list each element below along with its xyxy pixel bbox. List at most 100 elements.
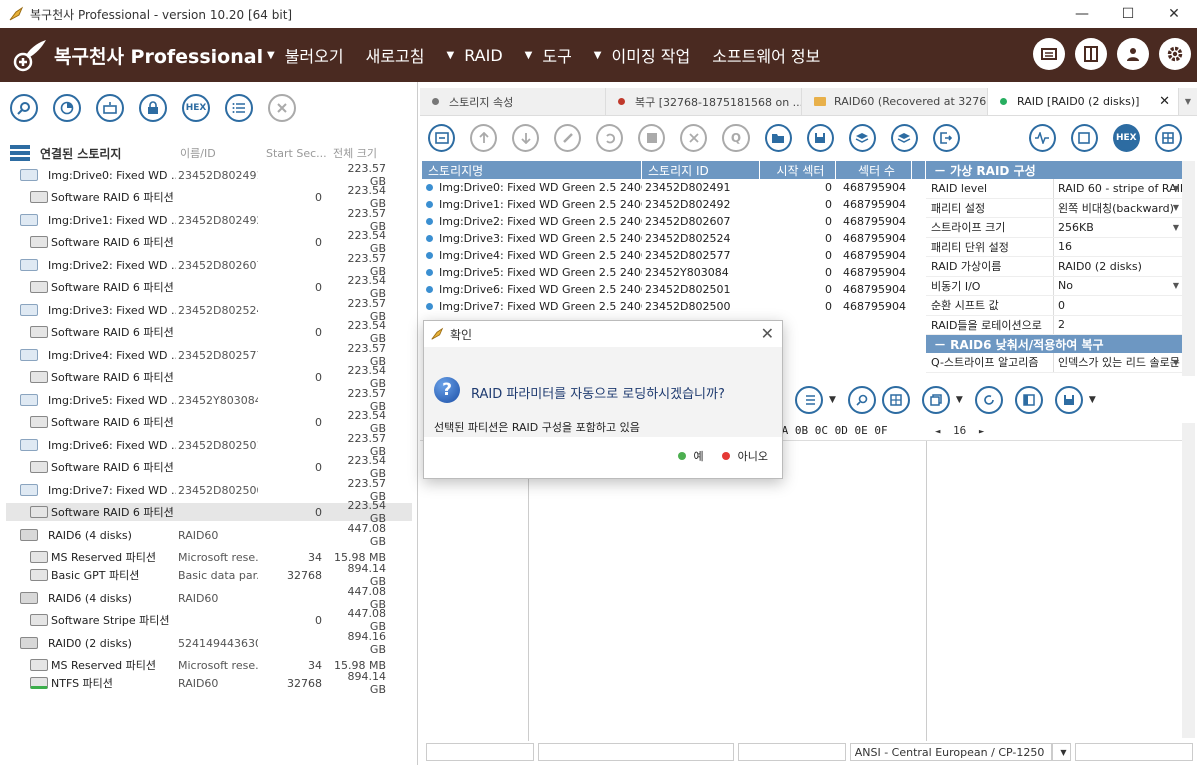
property-value[interactable]: 왼쪽 비대칭(backward) ▼: [1054, 199, 1182, 218]
map-view-icon[interactable]: [1070, 124, 1098, 152]
property-dropdown-icon[interactable]: ▼: [1173, 203, 1179, 212]
list-icon[interactable]: [225, 94, 253, 122]
menu-item-1[interactable]: 새로고침: [366, 43, 425, 67]
hex-list-dropdown-icon[interactable]: ▼: [829, 395, 836, 405]
maximize-button[interactable]: ☐: [1105, 0, 1151, 28]
table-row[interactable]: Img:Drive5: Fixed WD Green 2.5 240GB...2…: [422, 264, 925, 281]
property-dropdown-icon[interactable]: ▼: [1173, 358, 1179, 367]
property-row[interactable]: RAID들을 로테이션으로 2: [926, 315, 1182, 335]
property-dropdown-icon[interactable]: ▼: [1173, 281, 1179, 290]
tab-2[interactable]: RAID60 (Recovered at 3276...: [802, 88, 988, 115]
table-row[interactable]: Img:Drive3: Fixed WD Green 2.5 240GB...2…: [422, 230, 925, 247]
menu-item-5[interactable]: 소프트웨어 정보: [712, 43, 820, 67]
property-value[interactable]: RAID0 (2 disks): [1054, 257, 1182, 276]
license-icon[interactable]: [1033, 38, 1065, 70]
hex-view-button[interactable]: HEX: [182, 94, 210, 122]
table-row[interactable]: Img:Drive6: Fixed WD Green 2.5 240GB...2…: [422, 281, 925, 298]
panel-layout-icon[interactable]: [1154, 124, 1182, 152]
tree-row[interactable]: RAID0 (2 disks) 524149443630... 894.16 GB: [6, 630, 412, 656]
edit-pencil-icon[interactable]: [554, 124, 582, 152]
save-icon[interactable]: [806, 124, 834, 152]
tree-row[interactable]: Software RAID 6 파티션 0 223.54 GB: [6, 454, 412, 480]
export-icon[interactable]: [932, 124, 960, 152]
hex-scrollbar[interactable]: [1182, 423, 1195, 738]
minimize-button[interactable]: —: [1059, 0, 1105, 28]
tree-row[interactable]: Software RAID 6 파티션 0 223.54 GB: [6, 499, 412, 525]
hex-save-icon[interactable]: [1054, 386, 1083, 414]
layers-add-icon[interactable]: [848, 124, 876, 152]
remove-icon[interactable]: [680, 124, 708, 152]
menu-item-0[interactable]: ▼ 불러오기: [267, 43, 344, 67]
tab-close-icon[interactable]: ✕: [1159, 94, 1170, 109]
tree-row[interactable]: Software RAID 6 파티션 0 223.54 GB: [6, 274, 412, 300]
close-icon[interactable]: [268, 94, 296, 122]
tree-row[interactable]: Img:Drive2: Fixed WD ... 23452D802607 223.…: [6, 252, 412, 278]
menu-item-4[interactable]: ▼ 이미징 작업: [594, 43, 690, 67]
close-window-button[interactable]: ✕: [1151, 0, 1197, 28]
drive-add-icon[interactable]: [96, 94, 124, 122]
property-value[interactable]: RAID 60 - stripe of RAID 6▼: [1054, 179, 1182, 198]
no-button[interactable]: 아니오: [721, 448, 768, 464]
tree-row[interactable]: Img:Drive5: Fixed WD ... 23452Y803084 223.…: [6, 387, 412, 413]
grid-icon[interactable]: [638, 124, 666, 152]
menu-item-2[interactable]: ▼ RAID: [446, 46, 502, 65]
tab-3[interactable]: RAID [RAID0 (2 disks)] ✕: [988, 88, 1179, 115]
encoding-dropdown-icon[interactable]: ▼: [1051, 743, 1072, 761]
col-storage-id[interactable]: 스토리지 ID: [642, 161, 760, 179]
property-row[interactable]: 스트라이프 크기 256KB ▼: [926, 218, 1182, 238]
hex-copy-icon[interactable]: [921, 386, 950, 414]
move-down-icon[interactable]: [512, 124, 540, 152]
hex-save-dropdown-icon[interactable]: ▼: [1089, 395, 1096, 405]
dialog-close-button[interactable]: ✕: [761, 324, 774, 343]
tab-1[interactable]: 복구 [32768-1875181568 on ...: [606, 88, 802, 115]
settings-gear-icon[interactable]: [1159, 38, 1191, 70]
property-row[interactable]: Q-스트라이프 알고리즘 인덱스가 있는 리드 솔로몬 ▼: [926, 353, 1182, 373]
user-icon[interactable]: [1117, 38, 1149, 70]
property-row[interactable]: 순환 시프트 값 0: [926, 296, 1182, 316]
menu-item-3[interactable]: ▼ 도구: [525, 43, 572, 67]
tree-row[interactable]: RAID6 (4 disks) RAID60 447.08 GB: [6, 585, 412, 611]
property-row[interactable]: RAID 가상이름 RAID0 (2 disks): [926, 257, 1182, 277]
tab-overflow-icon[interactable]: ▼: [1179, 88, 1197, 115]
table-row[interactable]: Img:Drive0: Fixed WD Green 2.5 240GB...2…: [422, 179, 925, 196]
tree-row[interactable]: Software RAID 6 파티션 0 223.54 GB: [6, 319, 412, 345]
tree-row[interactable]: Img:Drive1: Fixed WD ... 23452D802492 223.…: [6, 207, 412, 233]
open-folder-icon[interactable]: [764, 124, 792, 152]
tab-0[interactable]: 스토리지 속성: [420, 88, 606, 115]
hex-panel-icon[interactable]: [1014, 386, 1043, 414]
hex-nav-prev-icon[interactable]: ◄: [935, 427, 940, 437]
property-dropdown-icon[interactable]: ▼: [1173, 184, 1179, 193]
undo-icon[interactable]: [596, 124, 624, 152]
tree-row[interactable]: Software Stripe 파티션 0 447.08 GB: [6, 607, 412, 633]
hex-toggle-button[interactable]: HEX: [1112, 124, 1140, 152]
layers-icon[interactable]: [890, 124, 918, 152]
tree-row[interactable]: Img:Drive3: Fixed WD ... 23452D802524 223.…: [6, 297, 412, 323]
props-scrollbar[interactable]: [1182, 161, 1195, 376]
col-start-sector[interactable]: 시작 섹터: [760, 161, 836, 179]
tree-row[interactable]: Software RAID 6 파티션 0 223.54 GB: [6, 229, 412, 255]
property-row[interactable]: RAID levelRAID 60 - stripe of RAID 6▼: [926, 179, 1182, 199]
tree-row[interactable]: Software RAID 6 파티션 0 223.54 GB: [6, 409, 412, 435]
hex-search-icon[interactable]: [847, 386, 876, 414]
hex-list-icon[interactable]: [795, 386, 823, 414]
hex-view-area[interactable]: [420, 440, 1182, 741]
query-icon[interactable]: Q: [722, 124, 750, 152]
encoding-select[interactable]: ANSI - Central European / CP-1250: [849, 743, 1052, 761]
tree-row[interactable]: Img:Drive6: Fixed WD ... 23452D802501 223.…: [6, 432, 412, 458]
layout-icon[interactable]: [1075, 38, 1107, 70]
property-value[interactable]: 0: [1054, 296, 1182, 315]
property-value[interactable]: 인덱스가 있는 리드 솔로몬 ▼: [1054, 353, 1182, 372]
table-row[interactable]: Img:Drive4: Fixed WD Green 2.5 240GB...2…: [422, 247, 925, 264]
property-row[interactable]: 비동기 I/O No ▼: [926, 276, 1182, 296]
col-start-header[interactable]: Start Sec...: [266, 147, 327, 160]
hex-refresh-icon[interactable]: [974, 386, 1003, 414]
tree-row[interactable]: Software RAID 6 파티션 0 223.54 GB: [6, 184, 412, 210]
tree-row[interactable]: Img:Drive0: Fixed WD ... 23452D802491 223.…: [6, 162, 412, 188]
property-value[interactable]: 2: [1054, 316, 1182, 335]
table-row[interactable]: Img:Drive2: Fixed WD Green 2.5 240GB...2…: [422, 213, 925, 230]
property-row[interactable]: 패리티 단위 설정 16: [926, 237, 1182, 257]
lock-icon[interactable]: [139, 94, 167, 122]
tree-row[interactable]: Img:Drive4: Fixed WD ... 23452D802577 223.…: [6, 342, 412, 368]
col-storage-name[interactable]: 스토리지명: [422, 161, 642, 179]
raid-config-section-header[interactable]: － 가상 RAID 구성: [926, 161, 1182, 179]
